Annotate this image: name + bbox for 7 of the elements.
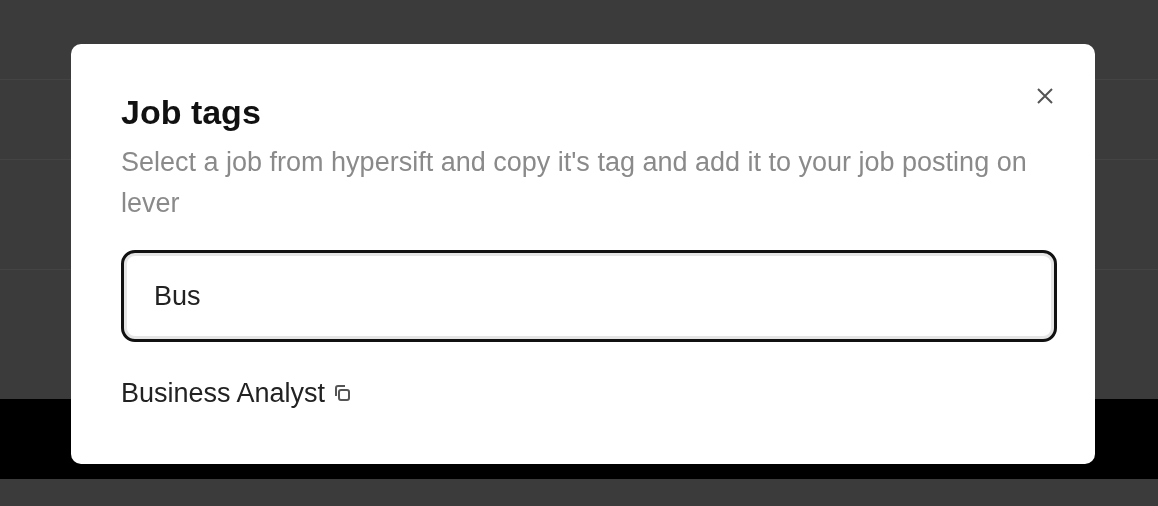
copy-button[interactable] <box>333 383 352 403</box>
copy-icon <box>333 384 352 402</box>
search-field[interactable]: Bus <box>121 250 1057 342</box>
dialog-description: Select a job from hypersift and copy it's tag and add it to your job posting on lever <box>121 146 1028 220</box>
dialog-title: Job tags <box>121 92 262 132</box>
result-item[interactable]: Business Analyst <box>121 377 326 409</box>
close-icon <box>1036 87 1054 105</box>
